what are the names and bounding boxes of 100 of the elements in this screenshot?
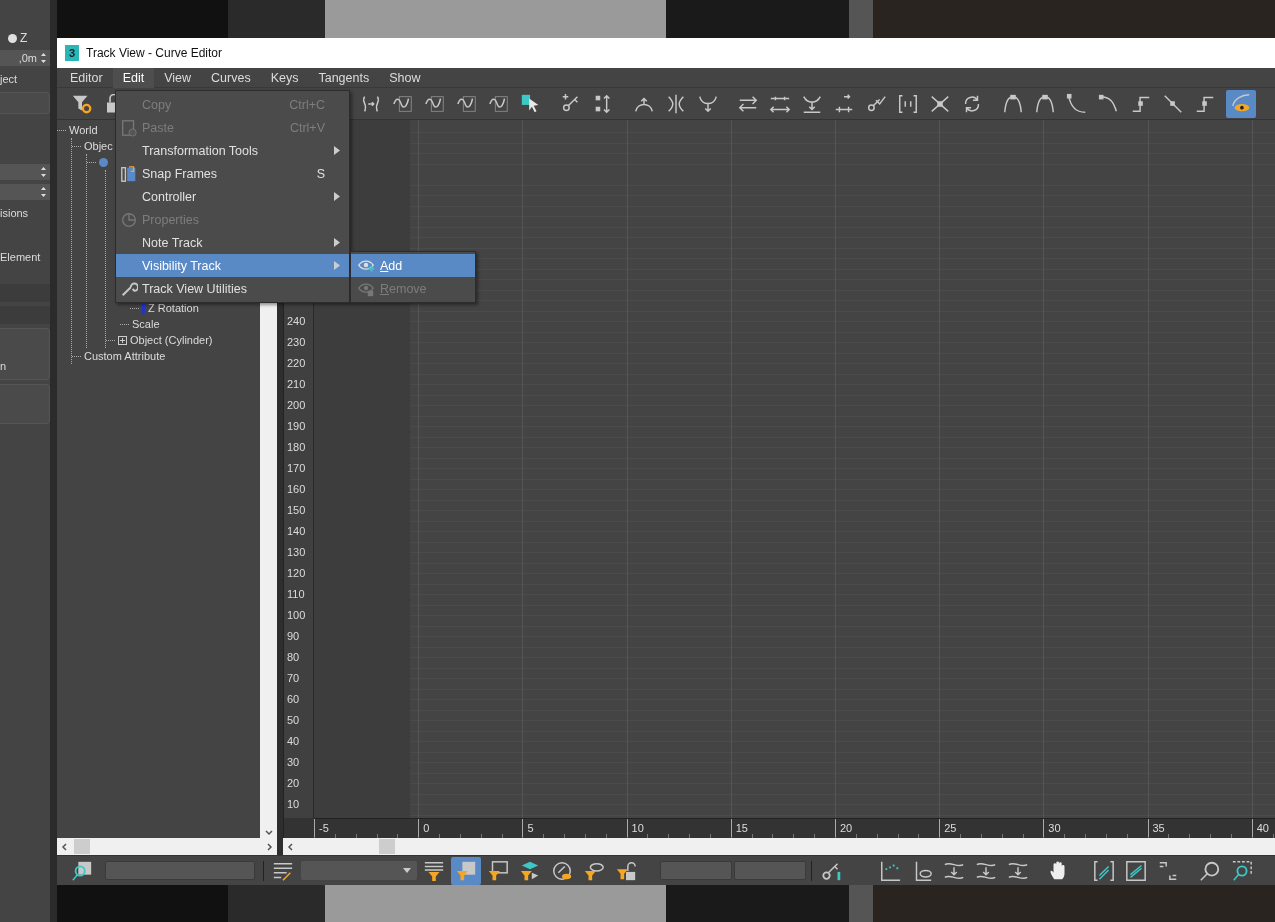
axis-label: 35 — [1152, 822, 1165, 834]
scroll-left-icon[interactable] — [60, 841, 70, 852]
axis-label: 30 — [286, 755, 301, 770]
menu-item[interactable]: Keys — [260, 67, 309, 88]
corner-icon — [1066, 92, 1088, 115]
radio-label: Z — [20, 31, 28, 45]
axis-label: 160 — [286, 482, 307, 497]
menu-item[interactable]: Show — [379, 67, 431, 88]
panel-label: n — [0, 359, 7, 374]
axis-label: 10 — [286, 797, 301, 812]
axis-label: 90 — [286, 629, 301, 644]
arrows-icon — [833, 92, 855, 115]
tree-item[interactable]: Objec — [84, 138, 113, 154]
clipboard-icon — [120, 118, 138, 137]
tree-item[interactable]: Scale — [132, 316, 160, 332]
panel-label: ject — [0, 72, 19, 87]
axis-label: 40 — [286, 734, 301, 749]
axis-label: 200 — [286, 398, 307, 413]
axis-label: 170 — [286, 461, 307, 476]
key-icon — [1125, 859, 1147, 882]
axis-label: 180 — [286, 440, 307, 455]
search-icon — [1199, 859, 1221, 882]
tree-item[interactable]: Z Rotation — [148, 300, 199, 316]
menu-item[interactable]: View — [154, 67, 202, 88]
graph-icon — [879, 859, 901, 882]
filter-icon — [615, 859, 637, 882]
menu-option[interactable]: Add — [351, 254, 475, 277]
menu-option[interactable]: Snap Frames S — [116, 162, 349, 185]
axis-label: 120 — [286, 566, 307, 581]
filter-icon — [487, 859, 509, 882]
axis-label: 40 — [1256, 822, 1269, 834]
filter-icon — [423, 859, 445, 882]
spinner-arrows-icon[interactable] — [40, 166, 47, 178]
menu-option[interactable]: Track View Utilities — [116, 277, 349, 300]
frame-icon — [1157, 859, 1179, 882]
axis-label: 25 — [944, 822, 957, 834]
key-icon — [551, 859, 573, 882]
scrollbar-thumb[interactable] — [379, 839, 395, 854]
axis-label: 150 — [286, 503, 307, 518]
scroll-right-icon[interactable] — [264, 841, 274, 852]
spinner-field[interactable]: ,0m — [0, 50, 50, 66]
axis-label: 50 — [286, 713, 301, 728]
search-field[interactable] — [105, 861, 255, 880]
spinner-arrows-icon[interactable] — [40, 186, 47, 198]
axis-label: 60 — [286, 692, 301, 707]
menu-option[interactable]: Note Track — [116, 231, 349, 254]
split-icon — [665, 92, 687, 115]
object-dot-icon — [99, 157, 108, 167]
value-field[interactable] — [660, 861, 732, 880]
axis-label: 210 — [286, 377, 307, 392]
radio-button[interactable] — [8, 33, 17, 43]
axis-label: 190 — [286, 419, 307, 434]
window-title: Track View - Curve Editor — [86, 46, 223, 60]
axis-label: 20 — [839, 822, 853, 834]
menu-option[interactable]: Transformation Tools — [116, 139, 349, 162]
axis-label: 220 — [286, 356, 307, 371]
tree-item[interactable]: World — [69, 122, 98, 138]
menu-item[interactable]: Curves — [201, 67, 261, 88]
brackets-icon — [897, 92, 919, 115]
pie-icon — [120, 210, 138, 229]
scroll-down-icon[interactable] — [263, 828, 274, 838]
eye-button[interactable] — [1226, 89, 1256, 118]
arc-icon — [1034, 92, 1056, 115]
axis-label: 240 — [286, 314, 307, 329]
search-icon — [71, 859, 93, 882]
snap-icon — [120, 164, 138, 183]
track-marker-icon — [142, 302, 145, 314]
value-field[interactable] — [734, 861, 806, 880]
spinner-field[interactable] — [0, 164, 50, 180]
horizontal-scrollbar[interactable] — [283, 838, 1275, 855]
axis-label: 70 — [286, 671, 301, 686]
menu-option[interactable]: Visibility Track — [116, 254, 349, 277]
filter-button[interactable] — [451, 856, 481, 885]
menu-item[interactable]: Edit — [112, 67, 155, 88]
axis-label: 100 — [286, 608, 307, 623]
axis-label: 15 — [735, 822, 748, 834]
horizontal-scrollbar[interactable] — [57, 838, 277, 855]
expand-icon[interactable] — [118, 335, 127, 345]
tree-item[interactable]: Custom Attribute — [84, 348, 166, 364]
menu-item[interactable]: Tangents — [308, 67, 380, 88]
axis-label: 10 — [631, 822, 644, 834]
filter-icon — [519, 859, 541, 882]
tree-item[interactable]: Object (Cylinder) — [130, 332, 213, 348]
axis-label: 230 — [286, 335, 307, 350]
time-ruler[interactable]: -5 0 5 10 15 20 25 30 35 40 — [314, 818, 1275, 838]
axis-label: 130 — [286, 545, 307, 560]
axis-label: 5 — [527, 822, 534, 834]
axis-label: 20 — [286, 776, 301, 791]
scroll-left-icon[interactable] — [286, 841, 296, 852]
panel-label: Element — [0, 250, 42, 265]
menu-item[interactable]: Editor — [60, 67, 113, 88]
caret-icon — [403, 868, 411, 873]
scrollbar-thumb[interactable] — [74, 839, 90, 854]
axis-label: 0 — [423, 822, 430, 834]
spinner-arrows-icon[interactable] — [40, 52, 47, 64]
zoom-region-icon — [1231, 859, 1253, 882]
spinner-field[interactable] — [0, 184, 50, 200]
key-icon — [1093, 859, 1115, 882]
arc-icon — [1002, 92, 1024, 115]
menu-option[interactable]: Controller — [116, 185, 349, 208]
